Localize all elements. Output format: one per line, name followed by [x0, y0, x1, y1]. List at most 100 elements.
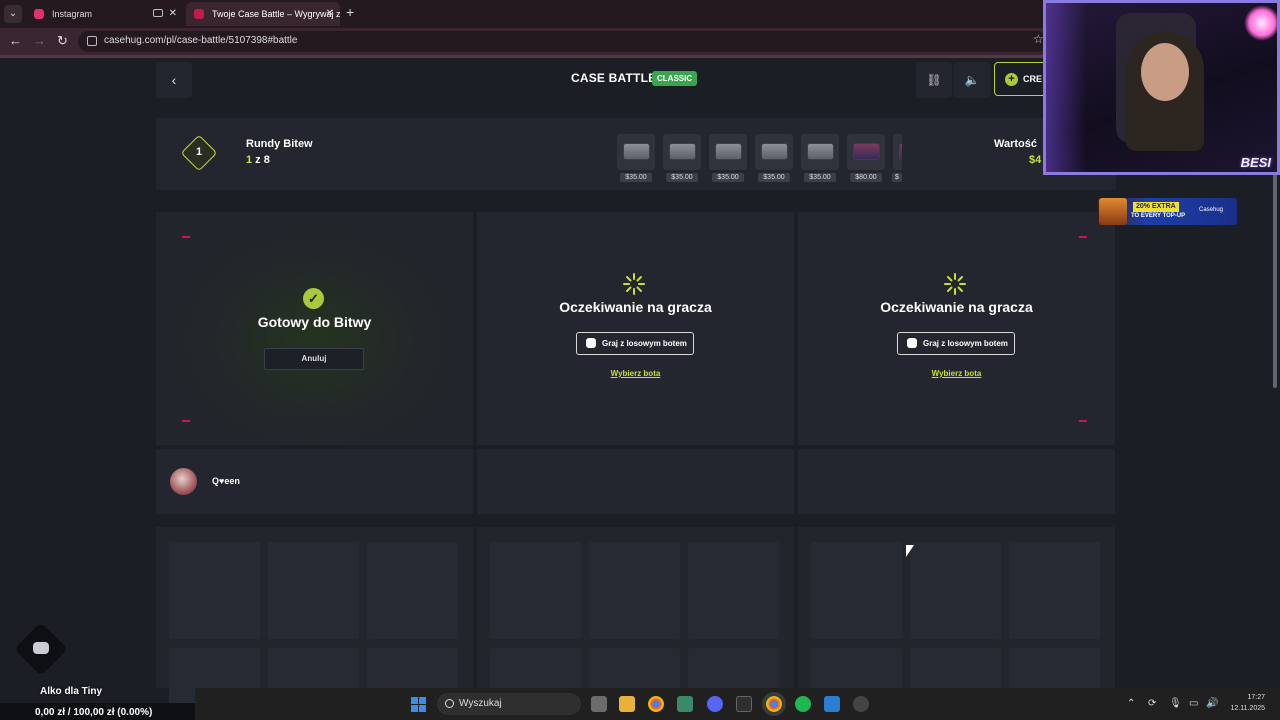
speaker-icon: 🔈 [964, 73, 980, 87]
promo-logo: Casehug [1199, 207, 1224, 213]
case-chest-icon [807, 143, 834, 160]
case-chest-icon [623, 143, 650, 160]
calculator-icon[interactable] [677, 696, 693, 712]
volume-icon[interactable]: 🔊 [1206, 698, 1218, 709]
sound-toggle-button[interactable]: 🔈 [954, 62, 990, 98]
choose-bot-link[interactable]: Wybierz bota [477, 369, 794, 378]
case-chest-icon [761, 143, 788, 160]
player-card-empty [798, 449, 1115, 514]
case-image [847, 134, 885, 170]
search-placeholder: Wyszukaj [459, 698, 502, 709]
obs-icon[interactable] [853, 696, 869, 712]
play-random-bot-button[interactable]: Graj z losowym botem [576, 332, 694, 355]
clock-date: 12.11.2025 [1230, 705, 1265, 712]
cancel-button[interactable]: Anuluj [264, 348, 364, 370]
site-info-icon[interactable] [87, 36, 97, 46]
item-slot [589, 542, 680, 639]
close-icon[interactable]: ✕ [169, 2, 177, 26]
corner-mark [182, 420, 190, 422]
item-slot [490, 542, 581, 639]
tab-search-button[interactable]: ⌄ [4, 5, 22, 23]
treasure-chest-icon [1099, 198, 1127, 225]
case-price: $35.00 [666, 173, 698, 182]
system-clock[interactable]: 17:27 12.11.2025 [1225, 692, 1265, 714]
case-item[interactable]: $35.00 [800, 134, 840, 186]
total-value-label: Wartość [994, 138, 1037, 150]
ready-status: Gotowy do Bitwy [257, 314, 372, 330]
corner-mark [1079, 236, 1087, 238]
sync-icon[interactable]: ⟳ [1148, 698, 1156, 709]
robot-icon [586, 338, 596, 348]
url-input[interactable]: casehug.com/pl/case-battle/5107398#battl… [78, 31, 1048, 52]
donation-goal-progress: 0,00 zł / 100,00 zł (0.00%) [35, 707, 153, 718]
page-title: CASE BATTLE [571, 71, 657, 85]
close-icon[interactable]: ✕ [326, 2, 334, 26]
case-chest-icon [899, 143, 902, 160]
chevron-up-icon[interactable]: ⌃ [1127, 698, 1135, 709]
windows-taskbar: Wyszukaj ⌃ ⟳ 🎙 ▭ 🔊 17:27 12.11.2025 [195, 688, 1280, 720]
case-item[interactable]: $35.00 [708, 134, 748, 186]
choose-bot-link[interactable]: Wybierz bota [798, 369, 1115, 378]
case-item[interactable]: $35.00 [662, 134, 702, 186]
notepad-icon[interactable] [824, 696, 840, 712]
rounds-total: z 8 [252, 154, 270, 166]
bot-button-label: Graj z losowym botem [602, 339, 687, 348]
file-explorer-icon[interactable] [619, 696, 635, 712]
task-view-icon[interactable] [591, 696, 607, 712]
tab-instagram[interactable]: Instagram ✕ [26, 2, 183, 26]
tab-case-battle[interactable]: Twoje Case Battle – Wygrywaj z ✕ [186, 2, 340, 26]
case-price: $35.00 [712, 173, 744, 182]
back-arrow-icon[interactable]: ← [9, 33, 22, 48]
case-image [617, 134, 655, 170]
case-price: $ [892, 173, 902, 182]
rounds-label: Rundy Bitew [246, 138, 313, 150]
ambient-light [1046, 3, 1086, 172]
case-item[interactable]: $35.00 [754, 134, 794, 186]
plus-icon: + [1005, 73, 1018, 86]
chrome-icon[interactable] [648, 696, 664, 712]
case-item[interactable]: $ [892, 134, 902, 186]
reload-icon[interactable]: ↻ [57, 33, 68, 49]
player-slot-waiting: Oczekiwanie na gracza Graj z losowym bot… [798, 212, 1115, 445]
share-link-button[interactable]: ⛓ [916, 62, 952, 98]
case-price: $35.00 [804, 173, 836, 182]
network-icon[interactable]: ▭ [1189, 698, 1198, 709]
bot-button-label: Graj z losowym botem [923, 339, 1008, 348]
search-icon [445, 699, 454, 708]
clock-time: 17:27 [1247, 694, 1265, 701]
spotify-icon[interactable] [795, 696, 811, 712]
player-name[interactable]: Q♥een [212, 476, 240, 486]
item-slot [811, 542, 902, 639]
streamer-face [1141, 43, 1189, 101]
case-item[interactable]: $35.00 [616, 134, 656, 186]
item-slot [367, 542, 458, 639]
donation-goal-title: Alko dla Tiny [40, 686, 103, 697]
chat-bubble-icon [33, 642, 49, 654]
windows-start-icon[interactable] [411, 697, 426, 712]
back-button[interactable]: ‹ [156, 62, 192, 98]
checkmark-icon: ✓ [303, 288, 324, 309]
promo-banner[interactable]: 20% EXTRA TO EVERY TOP-UP Casehug [1097, 198, 1237, 225]
play-random-bot-button[interactable]: Graj z losowym botem [897, 332, 1015, 355]
new-tab-button[interactable]: + [346, 4, 354, 20]
forward-arrow-icon[interactable]: → [33, 33, 46, 48]
avatar[interactable] [170, 468, 197, 495]
lamp-glow [1244, 5, 1277, 41]
waiting-status: Oczekiwanie na gracza [880, 299, 1033, 315]
item-slot [268, 542, 359, 639]
corner-mark [182, 236, 190, 238]
items-panel [798, 527, 1115, 720]
tab-media-icon[interactable] [153, 9, 163, 17]
create-label: CRE [1023, 74, 1043, 84]
player-slot-waiting: Oczekiwanie na gracza Graj z losowym bot… [477, 212, 794, 445]
excel-icon[interactable] [736, 696, 752, 712]
corner-mark [1079, 420, 1087, 422]
webcam-overlay: BESI [1043, 0, 1280, 175]
url-text: casehug.com/pl/case-battle/5107398#battl… [104, 35, 298, 46]
case-item[interactable]: $80.00 [846, 134, 886, 186]
microphone-icon[interactable]: 🎙 [1169, 698, 1182, 709]
discord-icon[interactable] [707, 696, 723, 712]
taskbar-search[interactable]: Wyszukaj [437, 693, 581, 715]
case-chest-icon [853, 143, 880, 160]
chrome-active-icon[interactable] [766, 696, 782, 712]
